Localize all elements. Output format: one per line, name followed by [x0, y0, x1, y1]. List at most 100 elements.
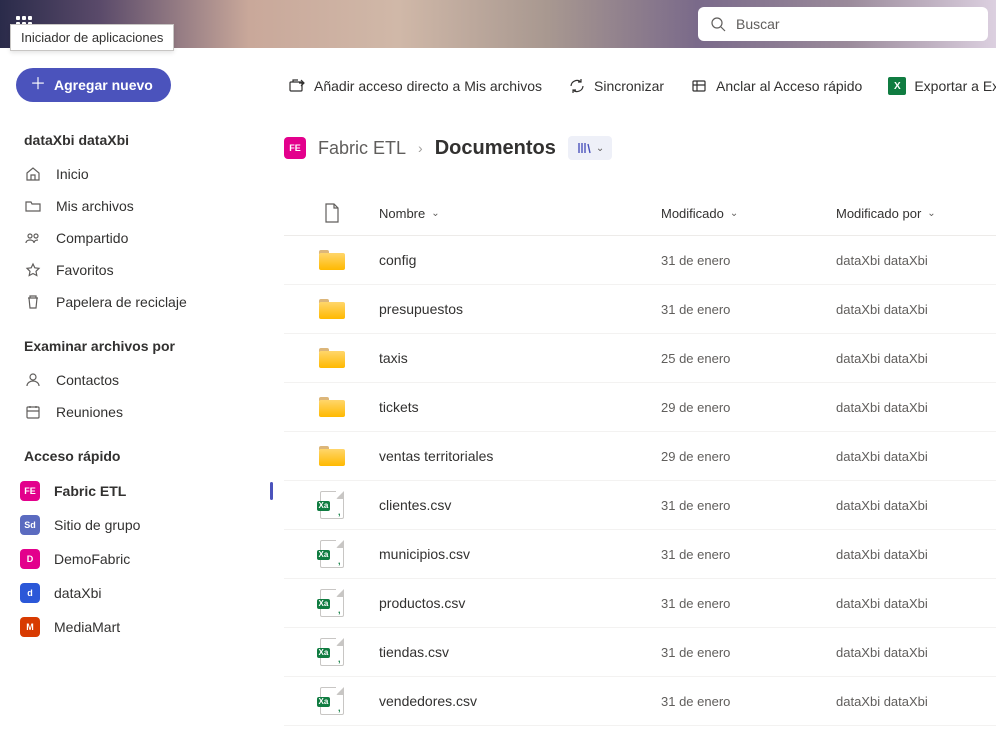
library-icon [576, 140, 592, 156]
file-name: tickets [379, 399, 661, 415]
csv-file-icon: Xa, [320, 589, 344, 617]
view-switcher[interactable]: ⌄ [568, 136, 612, 160]
nav-recycle-bin[interactable]: Papelera de reciclaje [0, 286, 280, 318]
cmd-add-shortcut[interactable]: Añadir acceso directo a Mis archivos [288, 77, 542, 95]
nav-label: Compartido [56, 230, 128, 246]
command-bar: Añadir acceso directo a Mis archivos Sin… [280, 48, 996, 104]
add-new-button[interactable]: ＋ Agregar nuevo [16, 68, 171, 102]
file-modified-by: dataXbi dataXbi [836, 302, 996, 317]
file-name: tiendas.csv [379, 644, 661, 660]
quick-access-label: MediaMart [54, 619, 120, 635]
cmd-sync[interactable]: Sincronizar [568, 77, 664, 95]
breadcrumb-site-link[interactable]: Fabric ETL [318, 138, 406, 159]
file-row[interactable]: presupuestos31 de enerodataXbi dataXbi [284, 285, 996, 334]
nav-contacts[interactable]: Contactos [0, 364, 280, 396]
folder-icon [24, 198, 42, 214]
cmd-pin-quick-access[interactable]: Anclar al Acceso rápido [690, 77, 862, 95]
file-name: vendedores.csv [379, 693, 661, 709]
site-badge-icon: FE [20, 481, 40, 501]
cmd-label: Sincronizar [594, 78, 664, 94]
nav-favorites[interactable]: Favoritos [0, 254, 280, 286]
site-badge-icon: d [20, 583, 40, 603]
cmd-label: Anclar al Acceso rápido [716, 78, 862, 94]
people-icon [24, 230, 42, 246]
csv-file-icon: Xa, [320, 638, 344, 666]
file-name: municipios.csv [379, 546, 661, 562]
chevron-down-icon: ⌄ [431, 208, 439, 219]
search-input[interactable] [736, 16, 976, 32]
star-icon [24, 262, 42, 278]
nav-label: Reuniones [56, 404, 123, 420]
nav-label: Favoritos [56, 262, 114, 278]
quick-access-item[interactable]: FEFabric ETL [0, 474, 280, 508]
file-row[interactable]: taxis25 de enerodataXbi dataXbi [284, 334, 996, 383]
nav-home[interactable]: Inicio [0, 158, 280, 190]
header-label: Modificado [661, 206, 724, 221]
shortcut-icon [288, 77, 306, 95]
file-row[interactable]: Xa,vendedores.csv31 de enerodataXbi data… [284, 677, 996, 726]
folder-icon [319, 250, 345, 270]
quick-access-item[interactable]: d dataXbi [0, 576, 280, 610]
search-icon [710, 16, 726, 32]
file-type-column-icon[interactable] [324, 203, 340, 223]
chevron-down-icon: ⌄ [596, 143, 604, 154]
nav-meetings[interactable]: Reuniones [0, 396, 280, 428]
file-name: presupuestos [379, 301, 661, 317]
file-modified: 31 de enero [661, 498, 836, 513]
site-badge-icon: D [20, 549, 40, 569]
file-row[interactable]: tickets29 de enerodataXbi dataXbi [284, 383, 996, 432]
site-badge-icon: FE [284, 137, 306, 159]
file-row[interactable]: Xa, clientes.csv31 de enerodataXbi dataXb… [284, 481, 996, 530]
csv-file-icon: Xa, [320, 491, 344, 519]
file-modified: 25 de enero [661, 351, 836, 366]
file-name: productos.csv [379, 595, 661, 611]
file-modified-by: dataXbi dataXbi [836, 596, 996, 611]
folder-icon [319, 446, 345, 466]
column-header-modified-by[interactable]: Modificado por ⌄ [836, 206, 996, 221]
header-label: Modificado por [836, 206, 921, 221]
nav-label: Mis archivos [56, 198, 134, 214]
column-header-name[interactable]: Nombre ⌄ [379, 206, 661, 221]
excel-icon: X [888, 77, 906, 95]
search-box[interactable] [698, 7, 988, 41]
quick-access-item[interactable]: DDemoFabric [0, 542, 280, 576]
csv-file-icon: Xa, [320, 687, 344, 715]
file-row[interactable]: config31 de enerodataXbi dataXbi [284, 236, 996, 285]
file-modified: 31 de enero [661, 253, 836, 268]
quick-access-label: Sitio de grupo [54, 517, 140, 533]
file-row[interactable]: Xa,municipios.csv31 de enerodataXbi data… [284, 530, 996, 579]
file-name: clientes.csv [379, 497, 661, 513]
folder-icon [319, 348, 345, 368]
nav-shared[interactable]: Compartido [0, 222, 280, 254]
plus-icon: ＋ [30, 77, 46, 93]
nav-label: Contactos [56, 372, 119, 388]
cmd-label: Exportar a Excel [914, 78, 996, 94]
file-row[interactable]: ventas territoriales29 de enerodataXbi d… [284, 432, 996, 481]
header-label: Nombre [379, 206, 425, 221]
breadcrumb-current: Documentos [435, 137, 556, 160]
file-modified-by: dataXbi dataXbi [836, 253, 996, 268]
quick-access-item[interactable]: MMediaMart [0, 610, 280, 644]
add-new-label: Agregar nuevo [54, 77, 153, 93]
file-modified: 31 de enero [661, 302, 836, 317]
file-modified-by: dataXbi dataXbi [836, 498, 996, 513]
folder-icon [319, 397, 345, 417]
nav-my-files[interactable]: Mis archivos [0, 190, 280, 222]
file-modified-by: dataXbi dataXbi [836, 547, 996, 562]
file-list: Nombre ⌄ Modificado ⌄ Modificado por ⌄ c… [284, 190, 996, 739]
file-modified: 31 de enero [661, 694, 836, 709]
top-bar: Iniciador de aplicaciones [0, 0, 996, 48]
pin-icon [690, 77, 708, 95]
app-launcher-tooltip: Iniciador de aplicaciones [10, 24, 174, 51]
file-row[interactable]: Xa,tiendas.csv31 de enerodataXbi dataXbi [284, 628, 996, 677]
column-header-modified[interactable]: Modificado ⌄ [661, 206, 836, 221]
cmd-label: Añadir acceso directo a Mis archivos [314, 78, 542, 94]
breadcrumb: FE Fabric ETL › Documentos ⌄ [280, 104, 996, 178]
person-icon [24, 372, 42, 388]
quick-access-label: dataXbi [54, 585, 101, 601]
sidebar: ＋ Agregar nuevo dataXbi dataXbi Inicio M… [0, 48, 280, 739]
chevron-down-icon: ⌄ [730, 208, 738, 219]
cmd-export-excel[interactable]: X Exportar a Excel [888, 77, 996, 95]
quick-access-item[interactable]: SdSitio de grupo [0, 508, 280, 542]
file-row[interactable]: Xa,productos.csv31 de enerodataXbi dataX… [284, 579, 996, 628]
